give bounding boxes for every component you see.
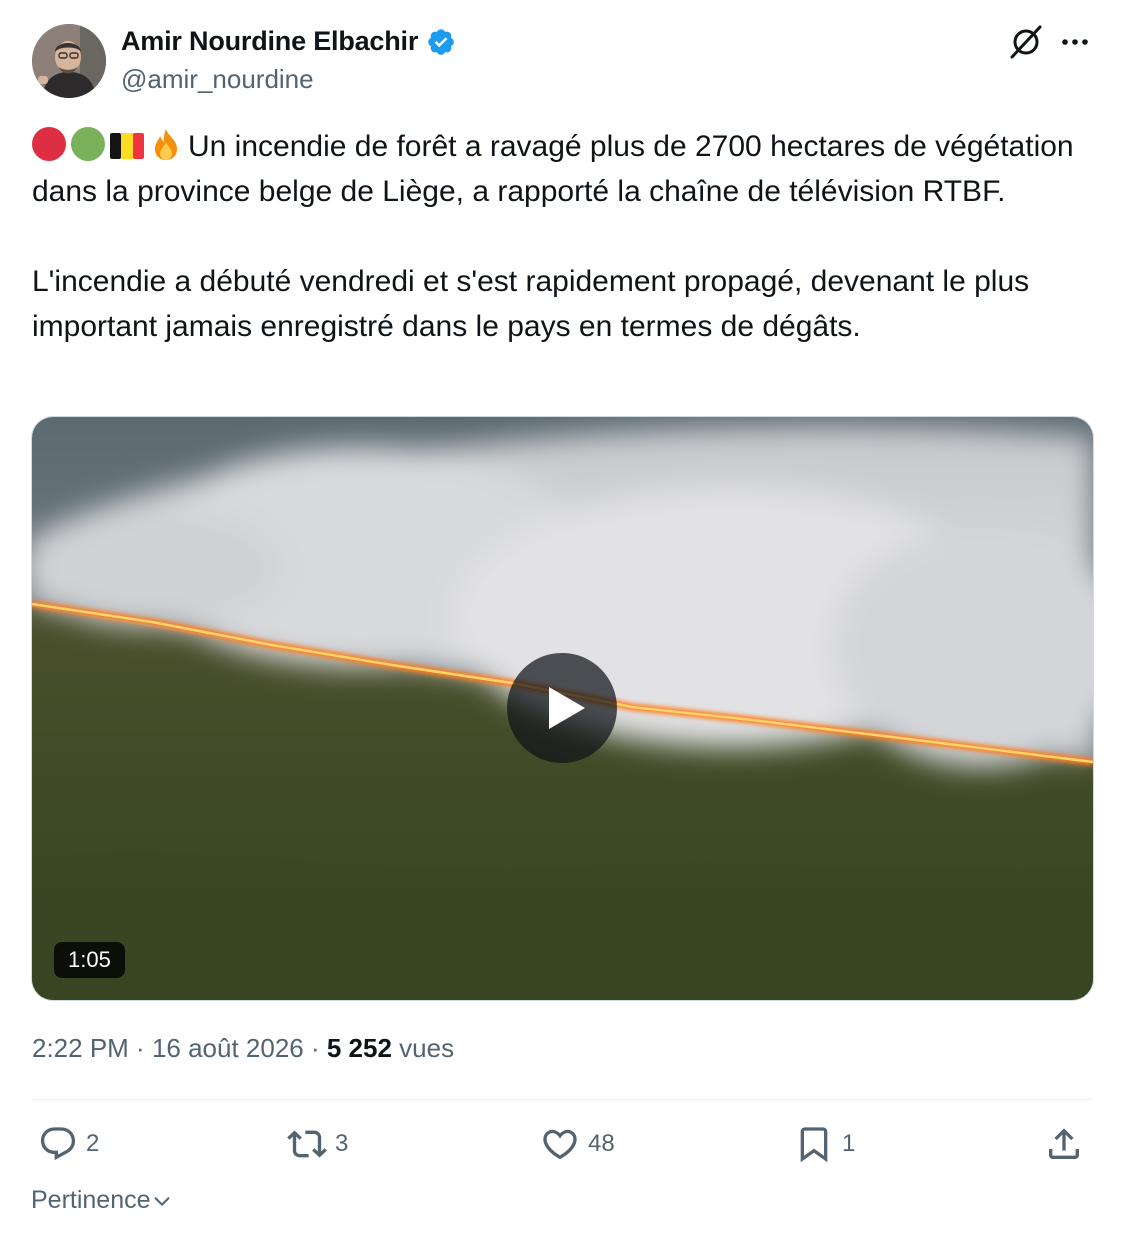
views-count[interactable]: 5 252 bbox=[327, 1033, 392, 1063]
play-icon bbox=[549, 687, 585, 729]
green-circle-emoji-icon bbox=[71, 127, 105, 161]
bookmark-count: 1 bbox=[842, 1130, 856, 1157]
like-button[interactable]: 48 bbox=[540, 1124, 615, 1164]
verified-badge-icon[interactable] bbox=[426, 27, 456, 57]
tweet-text: Un incendie de forêt a ravagé plus de 27… bbox=[32, 124, 1092, 349]
video-player[interactable]: 1:05 bbox=[31, 416, 1094, 1001]
bookmark-icon bbox=[800, 1127, 828, 1163]
tweet-body: Un incendie de forêt a ravagé plus de 27… bbox=[32, 130, 1074, 343]
bookmark-button[interactable]: 1 bbox=[794, 1124, 855, 1164]
play-button[interactable] bbox=[507, 653, 617, 763]
reply-button[interactable]: 2 bbox=[38, 1124, 99, 1164]
share-button[interactable] bbox=[1044, 1124, 1084, 1164]
tweet-time[interactable]: 2:22 PM bbox=[32, 1033, 129, 1063]
avatar[interactable] bbox=[32, 24, 106, 98]
meta-separator: · bbox=[128, 1033, 152, 1063]
sort-dropdown[interactable]: Pertinence bbox=[31, 1186, 173, 1215]
reply-count: 2 bbox=[86, 1130, 100, 1157]
red-circle-emoji-icon bbox=[32, 127, 66, 161]
avatar-image bbox=[32, 24, 106, 98]
author-handle[interactable]: @amir_nourdine bbox=[121, 64, 314, 95]
tweet-date[interactable]: 16 août 2026 bbox=[152, 1033, 304, 1063]
share-icon bbox=[1049, 1128, 1079, 1159]
sort-label: Pertinence bbox=[31, 1186, 151, 1214]
repost-button[interactable]: 3 bbox=[287, 1124, 348, 1164]
repost-count: 3 bbox=[335, 1130, 349, 1157]
heart-icon bbox=[543, 1129, 577, 1160]
author-row: Amir Nourdine Elbachir bbox=[121, 26, 456, 57]
repost-icon bbox=[287, 1130, 327, 1158]
meta-separator: · bbox=[303, 1033, 327, 1063]
divider bbox=[32, 1099, 1092, 1100]
author-name[interactable]: Amir Nourdine Elbachir bbox=[121, 26, 418, 57]
grok-icon[interactable] bbox=[1008, 24, 1044, 60]
reply-icon bbox=[40, 1127, 76, 1161]
more-options-icon[interactable] bbox=[1058, 28, 1092, 56]
fire-emoji-icon bbox=[155, 129, 177, 160]
like-count: 48 bbox=[588, 1130, 615, 1157]
belgium-flag-emoji-icon bbox=[110, 133, 144, 159]
video-duration: 1:05 bbox=[54, 942, 125, 978]
chevron-down-icon bbox=[154, 1196, 169, 1206]
tweet-meta: 2:22 PM · 16 août 2026 · 5 252 vues bbox=[32, 1033, 454, 1064]
views-label: vues bbox=[399, 1033, 455, 1063]
